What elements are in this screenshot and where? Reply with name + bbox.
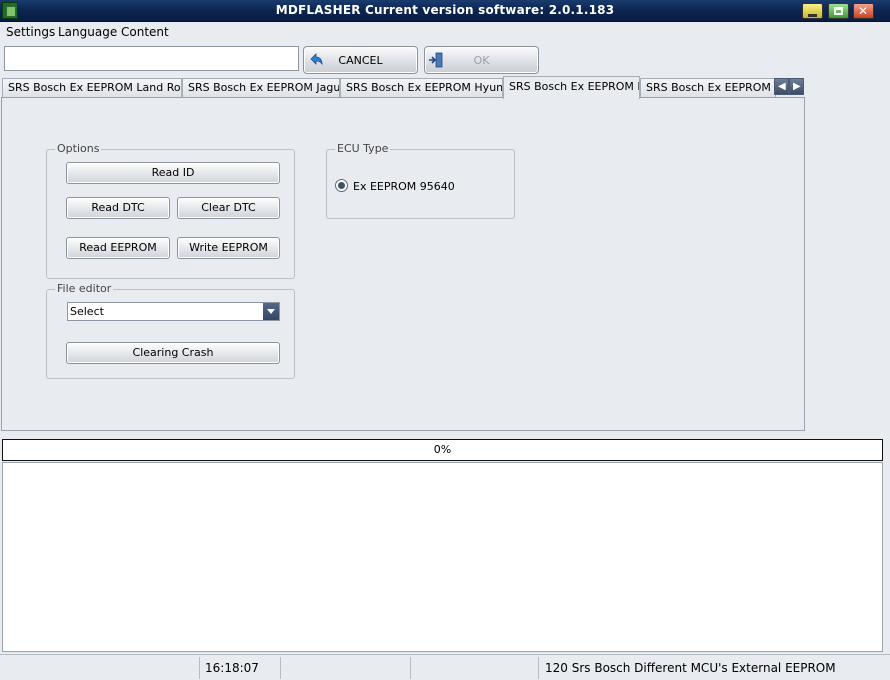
tab-dodge[interactable]: SRS Bosch Ex EEPROM Dodge: [640, 78, 776, 98]
file-editor-select-value: Select: [70, 305, 104, 318]
status-cell-empty-1: [0, 657, 200, 679]
status-bar: 16:18:07 120 Srs Bosch Different MCU's E…: [0, 654, 890, 680]
chevron-left-icon: ◀: [778, 81, 786, 92]
ecu-type-group: ECU Type Ex EEPROM 95640: [326, 142, 515, 219]
tab-scroll-left-button[interactable]: ◀: [774, 78, 789, 95]
clearing-crash-button[interactable]: Clearing Crash: [66, 342, 280, 364]
tab-hyundai[interactable]: SRS Bosch Ex EEPROM Hyundai: [340, 78, 503, 98]
status-message: 120 Srs Bosch Different MCU's External E…: [545, 661, 836, 675]
cancel-button[interactable]: CANCEL: [303, 46, 418, 74]
close-icon: ✕: [858, 4, 869, 18]
menu-content[interactable]: Content: [121, 25, 169, 39]
maximize-icon: [834, 7, 843, 15]
file-editor-legend: File editor: [55, 282, 114, 295]
minimize-button[interactable]: [802, 3, 823, 19]
tab-page-mb: Options Read ID Read DTC Clear DTC Read …: [1, 97, 805, 431]
read-id-button[interactable]: Read ID: [66, 162, 280, 184]
menu-language[interactable]: Language: [58, 25, 117, 39]
status-time: 16:18:07: [200, 657, 281, 679]
chevron-right-icon: ▶: [793, 81, 801, 92]
menu-bar: Settings Language Content: [0, 23, 890, 43]
search-input[interactable]: [4, 46, 299, 71]
chevron-down-icon[interactable]: [263, 303, 279, 320]
write-eeprom-button[interactable]: Write EEPROM: [177, 237, 280, 259]
cancel-label: CANCEL: [338, 54, 383, 67]
window-title: MDFLASHER Current version software: 2.0.…: [275, 3, 615, 17]
menu-settings[interactable]: Settings: [6, 25, 55, 39]
progress-label: 0%: [433, 443, 452, 456]
ecu-type-legend: ECU Type: [335, 142, 391, 155]
file-editor-group: File editor Select Clearing Crash: [46, 282, 295, 379]
title-bar: MDFLASHER Current version software: 2.0.…: [0, 0, 890, 22]
options-legend: Options: [55, 142, 102, 155]
file-editor-select[interactable]: Select: [67, 302, 280, 321]
maximize-button[interactable]: [828, 3, 849, 19]
minimize-icon: [808, 14, 817, 17]
progress-bar: 0%: [2, 439, 883, 461]
ok-label: OK: [473, 54, 490, 67]
options-group: Options Read ID Read DTC Clear DTC Read …: [46, 142, 295, 279]
ok-button[interactable]: OK: [424, 46, 539, 74]
tab-jaguar[interactable]: SRS Bosch Ex EEPROM Jaguar: [182, 78, 340, 98]
tab-land-rover[interactable]: SRS Bosch Ex EEPROM Land Rover: [2, 78, 182, 98]
ecu-radio-label: Ex EEPROM 95640: [353, 180, 455, 193]
tab-mb[interactable]: SRS Bosch Ex EEPROM MB: [503, 76, 640, 99]
close-button[interactable]: ✕: [853, 3, 874, 19]
log-output[interactable]: [2, 462, 883, 652]
ecu-radio-95640[interactable]: [335, 179, 348, 192]
status-cell-empty-2: [281, 657, 411, 679]
read-eeprom-button[interactable]: Read EEPROM: [66, 237, 170, 259]
clear-dtc-button[interactable]: Clear DTC: [177, 197, 280, 219]
tab-scroll-right-button[interactable]: ▶: [789, 78, 804, 95]
read-dtc-button[interactable]: Read DTC: [66, 197, 170, 219]
status-cell-empty-3: [411, 657, 539, 679]
